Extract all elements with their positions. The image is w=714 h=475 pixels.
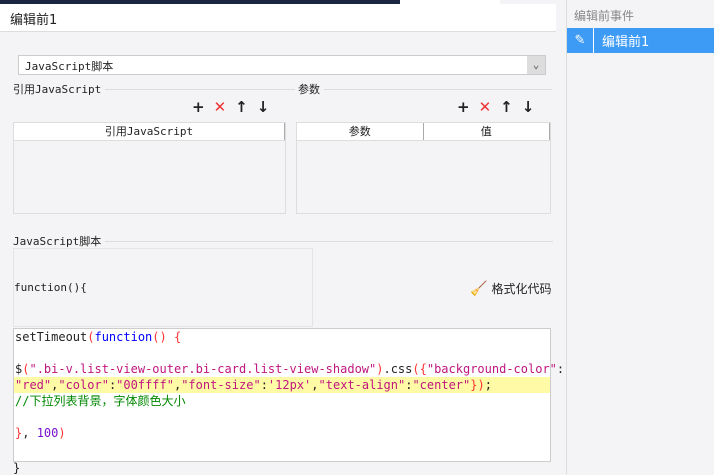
script-section-header: JavaScript脚本 — [13, 233, 553, 249]
code-token: function — [94, 330, 153, 344]
move-up-icon[interactable]: ↑ — [500, 98, 513, 116]
dialog-header: 编辑前1 — [0, 4, 556, 32]
code-token: ".bi-v.list-view-outer.bi-card.list-view… — [29, 362, 377, 376]
function-open: function(){ — [14, 281, 87, 294]
code-token: , — [311, 378, 319, 392]
code-token: "center" — [412, 378, 471, 392]
function-wrapper: function(){ — [13, 248, 313, 327]
param-toolbar: + ✕ ↑ ↓ — [457, 98, 534, 116]
code-token: //下拉列表背景，字体颜色大小 — [15, 394, 186, 408]
move-up-icon[interactable]: ↑ — [235, 98, 248, 116]
event-item-label: 编辑前1 — [602, 35, 650, 50]
broom-icon: 🧹 — [470, 280, 488, 297]
code-token: "background-color" — [426, 362, 557, 376]
column-header[interactable]: 引用JavaScript — [14, 123, 285, 140]
code-token: '12px' — [267, 378, 312, 392]
code-token: : — [556, 362, 565, 376]
event-list-panel: 编辑前事件 ✎ 编辑前1 — [566, 0, 714, 474]
format-code-button[interactable]: 🧹 格式化代码 — [470, 280, 551, 297]
column-header[interactable]: 参数 — [297, 123, 424, 140]
code-editor[interactable]: setTimeout(function() { $(".bi-v.list-vi… — [13, 328, 564, 462]
code-token: "red" — [15, 378, 52, 392]
code-token: : — [260, 378, 268, 392]
ref-section-header: 引用JavaScript — [13, 81, 295, 97]
function-close: } — [13, 461, 21, 475]
column-header[interactable]: 值 — [424, 123, 550, 140]
code-token: "00ffff" — [116, 378, 174, 392]
code-token: "text-align" — [318, 378, 406, 392]
format-code-label: 格式化代码 — [491, 282, 552, 296]
code-token: "color" — [58, 378, 109, 392]
event-list-title: 编辑前事件 — [574, 9, 635, 23]
code-token: .css — [383, 362, 413, 376]
chevron-down-icon[interactable]: ⌄ — [527, 56, 545, 74]
ref-js-table[interactable]: 引用JavaScript — [13, 122, 286, 214]
add-icon[interactable]: + — [192, 98, 205, 116]
delete-icon[interactable]: ✕ — [214, 98, 227, 116]
code-token: ) — [58, 426, 66, 440]
type-select[interactable]: JavaScript脚本 ⌄ — [18, 55, 546, 75]
ref-section-label: 引用JavaScript — [13, 83, 102, 96]
header-title: 编辑前1 — [10, 13, 58, 28]
param-section-label: 参数 — [298, 83, 320, 96]
code-token: , — [22, 426, 37, 440]
param-table[interactable]: 参数值 — [296, 122, 551, 214]
code-token: }) — [470, 378, 485, 392]
event-item[interactable]: ✎ 编辑前1 — [567, 28, 714, 53]
select-value: JavaScript脚本 — [25, 60, 114, 73]
ref-toolbar: + ✕ ↑ ↓ — [192, 98, 269, 116]
move-down-icon[interactable]: ↓ — [522, 98, 535, 116]
pencil-icon: ✎ — [567, 28, 594, 53]
code-token: 100 — [36, 426, 59, 440]
code-token: "font-size" — [181, 378, 261, 392]
code-token: setTimeout — [15, 330, 88, 344]
add-icon[interactable]: + — [457, 98, 470, 116]
code-token: ({ — [412, 362, 427, 376]
param-section-header: 参数 — [298, 81, 552, 97]
code-token: () { — [152, 330, 182, 344]
delete-icon[interactable]: ✕ — [479, 98, 492, 116]
code-token: ; — [484, 378, 492, 392]
move-down-icon[interactable]: ↓ — [257, 98, 270, 116]
script-section-label: JavaScript脚本 — [13, 235, 102, 248]
